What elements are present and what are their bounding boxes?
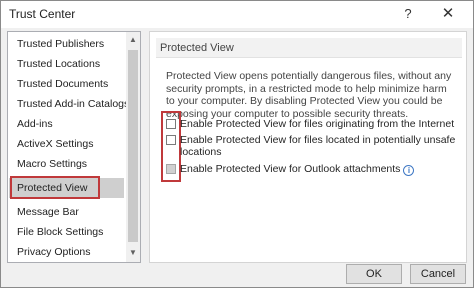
cancel-button[interactable]: Cancel	[410, 264, 466, 284]
sidebar-item-message-bar[interactable]: Message Bar	[9, 202, 124, 222]
sidebar-item-activex-settings[interactable]: ActiveX Settings	[9, 134, 124, 154]
sidebar-item-trusted-documents[interactable]: Trusted Documents	[9, 74, 124, 94]
checkbox-outlook-attachments-label: Enable Protected View for Outlook attach…	[180, 163, 415, 176]
sidebar-item-trusted-locations[interactable]: Trusted Locations	[9, 54, 124, 74]
title-bar: Trust Center ? ✕	[1, 1, 473, 28]
checkbox-unsafe-locations-label[interactable]: Enable Protected View for files located …	[180, 134, 458, 158]
selection-highlight-box	[10, 176, 100, 199]
checkbox-unsafe-locations[interactable]	[166, 135, 176, 145]
sidebar-item-privacy-options[interactable]: Privacy Options	[9, 242, 124, 262]
close-button[interactable]: ✕	[431, 3, 465, 25]
help-button[interactable]: ?	[397, 3, 419, 25]
settings-pane: Protected View Protected View opens pote…	[149, 31, 467, 263]
scroll-thumb[interactable]	[128, 50, 138, 242]
info-icon[interactable]: i	[403, 165, 415, 176]
checkbox-outlook-attachments	[166, 164, 176, 174]
checkbox-internet-files-label[interactable]: Enable Protected View for files originat…	[180, 118, 454, 130]
sidebar-item-add-ins[interactable]: Add-ins	[9, 114, 124, 134]
sidebar-item-file-block-settings[interactable]: File Block Settings	[9, 222, 124, 242]
sidebar-item-trusted-add-in-catalogs[interactable]: Trusted Add-in Catalogs	[9, 94, 129, 114]
sidebar-item-macro-settings[interactable]: Macro Settings	[9, 154, 124, 174]
ok-button[interactable]: OK	[346, 264, 402, 284]
sidebar-item-trusted-publishers[interactable]: Trusted Publishers	[9, 34, 124, 54]
sidebar-scrollbar[interactable]: ▲ ▼	[126, 32, 140, 262]
section-description: Protected View opens potentially dangero…	[166, 70, 452, 120]
checkbox-internet-files[interactable]	[166, 119, 176, 129]
scroll-down-arrow-icon[interactable]: ▼	[126, 246, 140, 260]
trust-center-dialog: Trust Center ? ✕ Trusted Publishers Trus…	[0, 0, 474, 288]
category-list: Trusted Publishers Trusted Locations Tru…	[7, 31, 141, 263]
section-title: Protected View	[156, 38, 462, 58]
window-title: Trust Center	[9, 7, 76, 21]
scroll-up-arrow-icon[interactable]: ▲	[126, 33, 140, 47]
checkbox-outlook-attachments-text: Enable Protected View for Outlook attach…	[180, 163, 401, 175]
